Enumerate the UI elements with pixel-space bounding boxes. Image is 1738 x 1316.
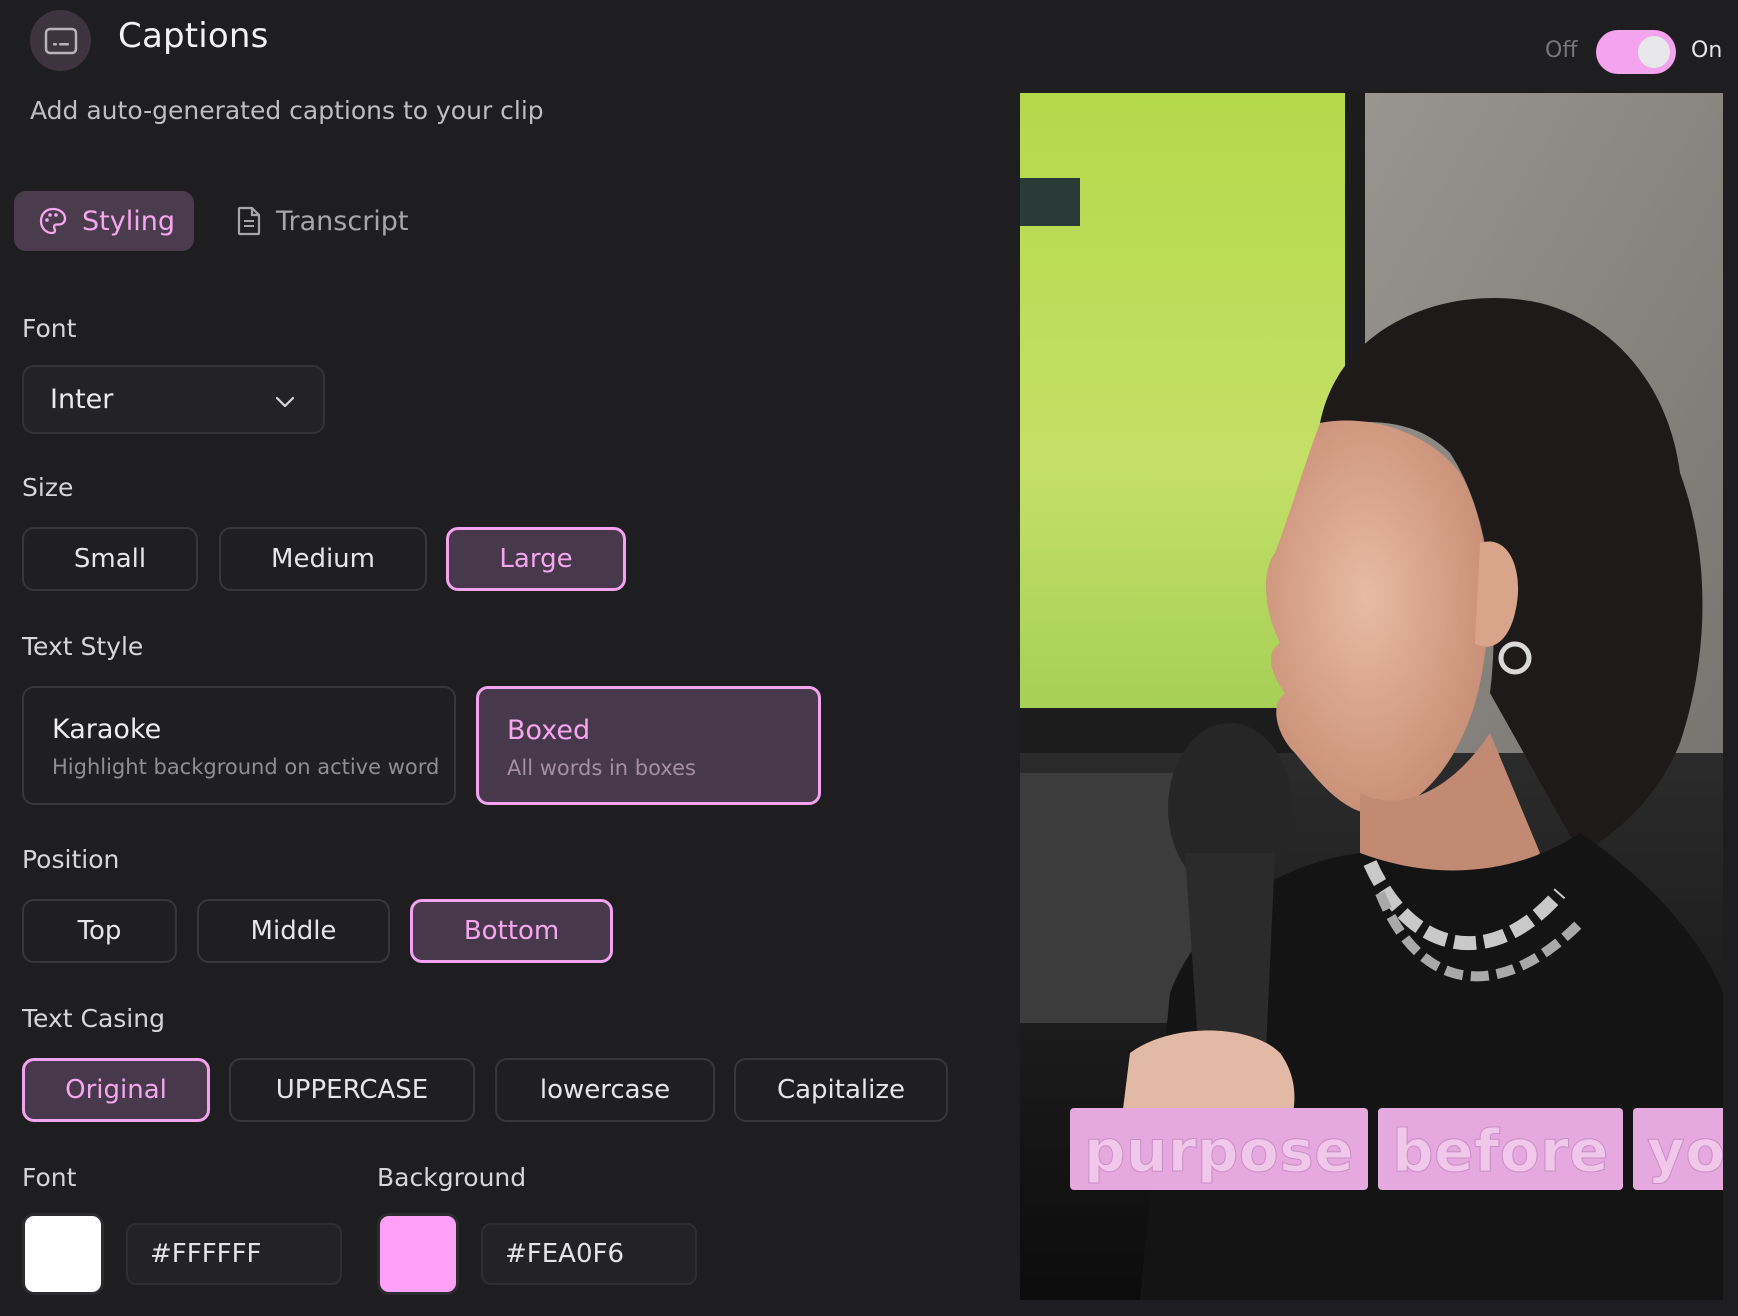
document-icon — [236, 206, 262, 236]
caption-word: you — [1633, 1108, 1723, 1190]
text-style-karaoke-card[interactable]: Karaoke Highlight background on active w… — [22, 686, 456, 805]
position-middle-button[interactable]: Middle — [197, 899, 390, 963]
font-select[interactable]: Inter — [22, 365, 325, 434]
toggle-off-label: Off — [1545, 38, 1578, 63]
background-color-swatch[interactable] — [377, 1213, 459, 1295]
chevron-down-icon — [275, 384, 295, 415]
karaoke-title: Karaoke — [52, 714, 162, 745]
size-label: Size — [22, 473, 74, 502]
karaoke-description: Highlight background on active word — [52, 755, 440, 779]
casing-lowercase-button[interactable]: lowercase — [495, 1058, 715, 1122]
font-color-label: Font — [22, 1163, 77, 1192]
position-top-button[interactable]: Top — [22, 899, 177, 963]
caption-word: purpose — [1070, 1108, 1369, 1190]
text-style-boxed-card[interactable]: Boxed All words in boxes — [476, 686, 821, 805]
video-preview[interactable]: purpose before you — [1020, 93, 1723, 1300]
toggle-knob — [1638, 36, 1670, 68]
font-color-hex-input[interactable]: #FFFFFF — [126, 1223, 342, 1285]
captions-toggle[interactable] — [1596, 30, 1676, 74]
casing-original-button[interactable]: Original — [22, 1058, 210, 1122]
size-large-button[interactable]: Large — [446, 527, 626, 591]
captions-icon — [30, 10, 91, 71]
size-medium-button[interactable]: Medium — [219, 527, 427, 591]
size-small-button[interactable]: Small — [22, 527, 198, 591]
text-casing-label: Text Casing — [22, 1004, 165, 1033]
page-subtitle: Add auto-generated captions to your clip — [30, 96, 544, 125]
caption-word: before — [1378, 1108, 1624, 1190]
font-label: Font — [22, 314, 77, 343]
casing-uppercase-button[interactable]: UPPERCASE — [229, 1058, 475, 1122]
tab-transcript-label: Transcript — [276, 205, 409, 237]
font-select-value: Inter — [50, 384, 114, 415]
captions-glyph — [44, 27, 77, 54]
boxed-description: All words in boxes — [507, 756, 696, 780]
page-title: Captions — [118, 16, 269, 56]
font-color-swatch[interactable] — [22, 1213, 104, 1295]
tab-transcript[interactable]: Transcript — [236, 191, 426, 251]
caption-preview: purpose before you — [1070, 1108, 1723, 1190]
background-color-label: Background — [377, 1163, 527, 1192]
palette-icon — [38, 206, 68, 236]
tab-styling[interactable]: Styling — [14, 191, 194, 251]
text-style-label: Text Style — [22, 632, 144, 661]
background-color-hex-input[interactable]: #FEA0F6 — [481, 1223, 697, 1285]
tab-styling-label: Styling — [82, 205, 175, 237]
toggle-on-label: On — [1691, 38, 1723, 63]
casing-capitalize-button[interactable]: Capitalize — [734, 1058, 948, 1122]
position-label: Position — [22, 845, 120, 874]
position-bottom-button[interactable]: Bottom — [410, 899, 613, 963]
boxed-title: Boxed — [507, 715, 591, 746]
